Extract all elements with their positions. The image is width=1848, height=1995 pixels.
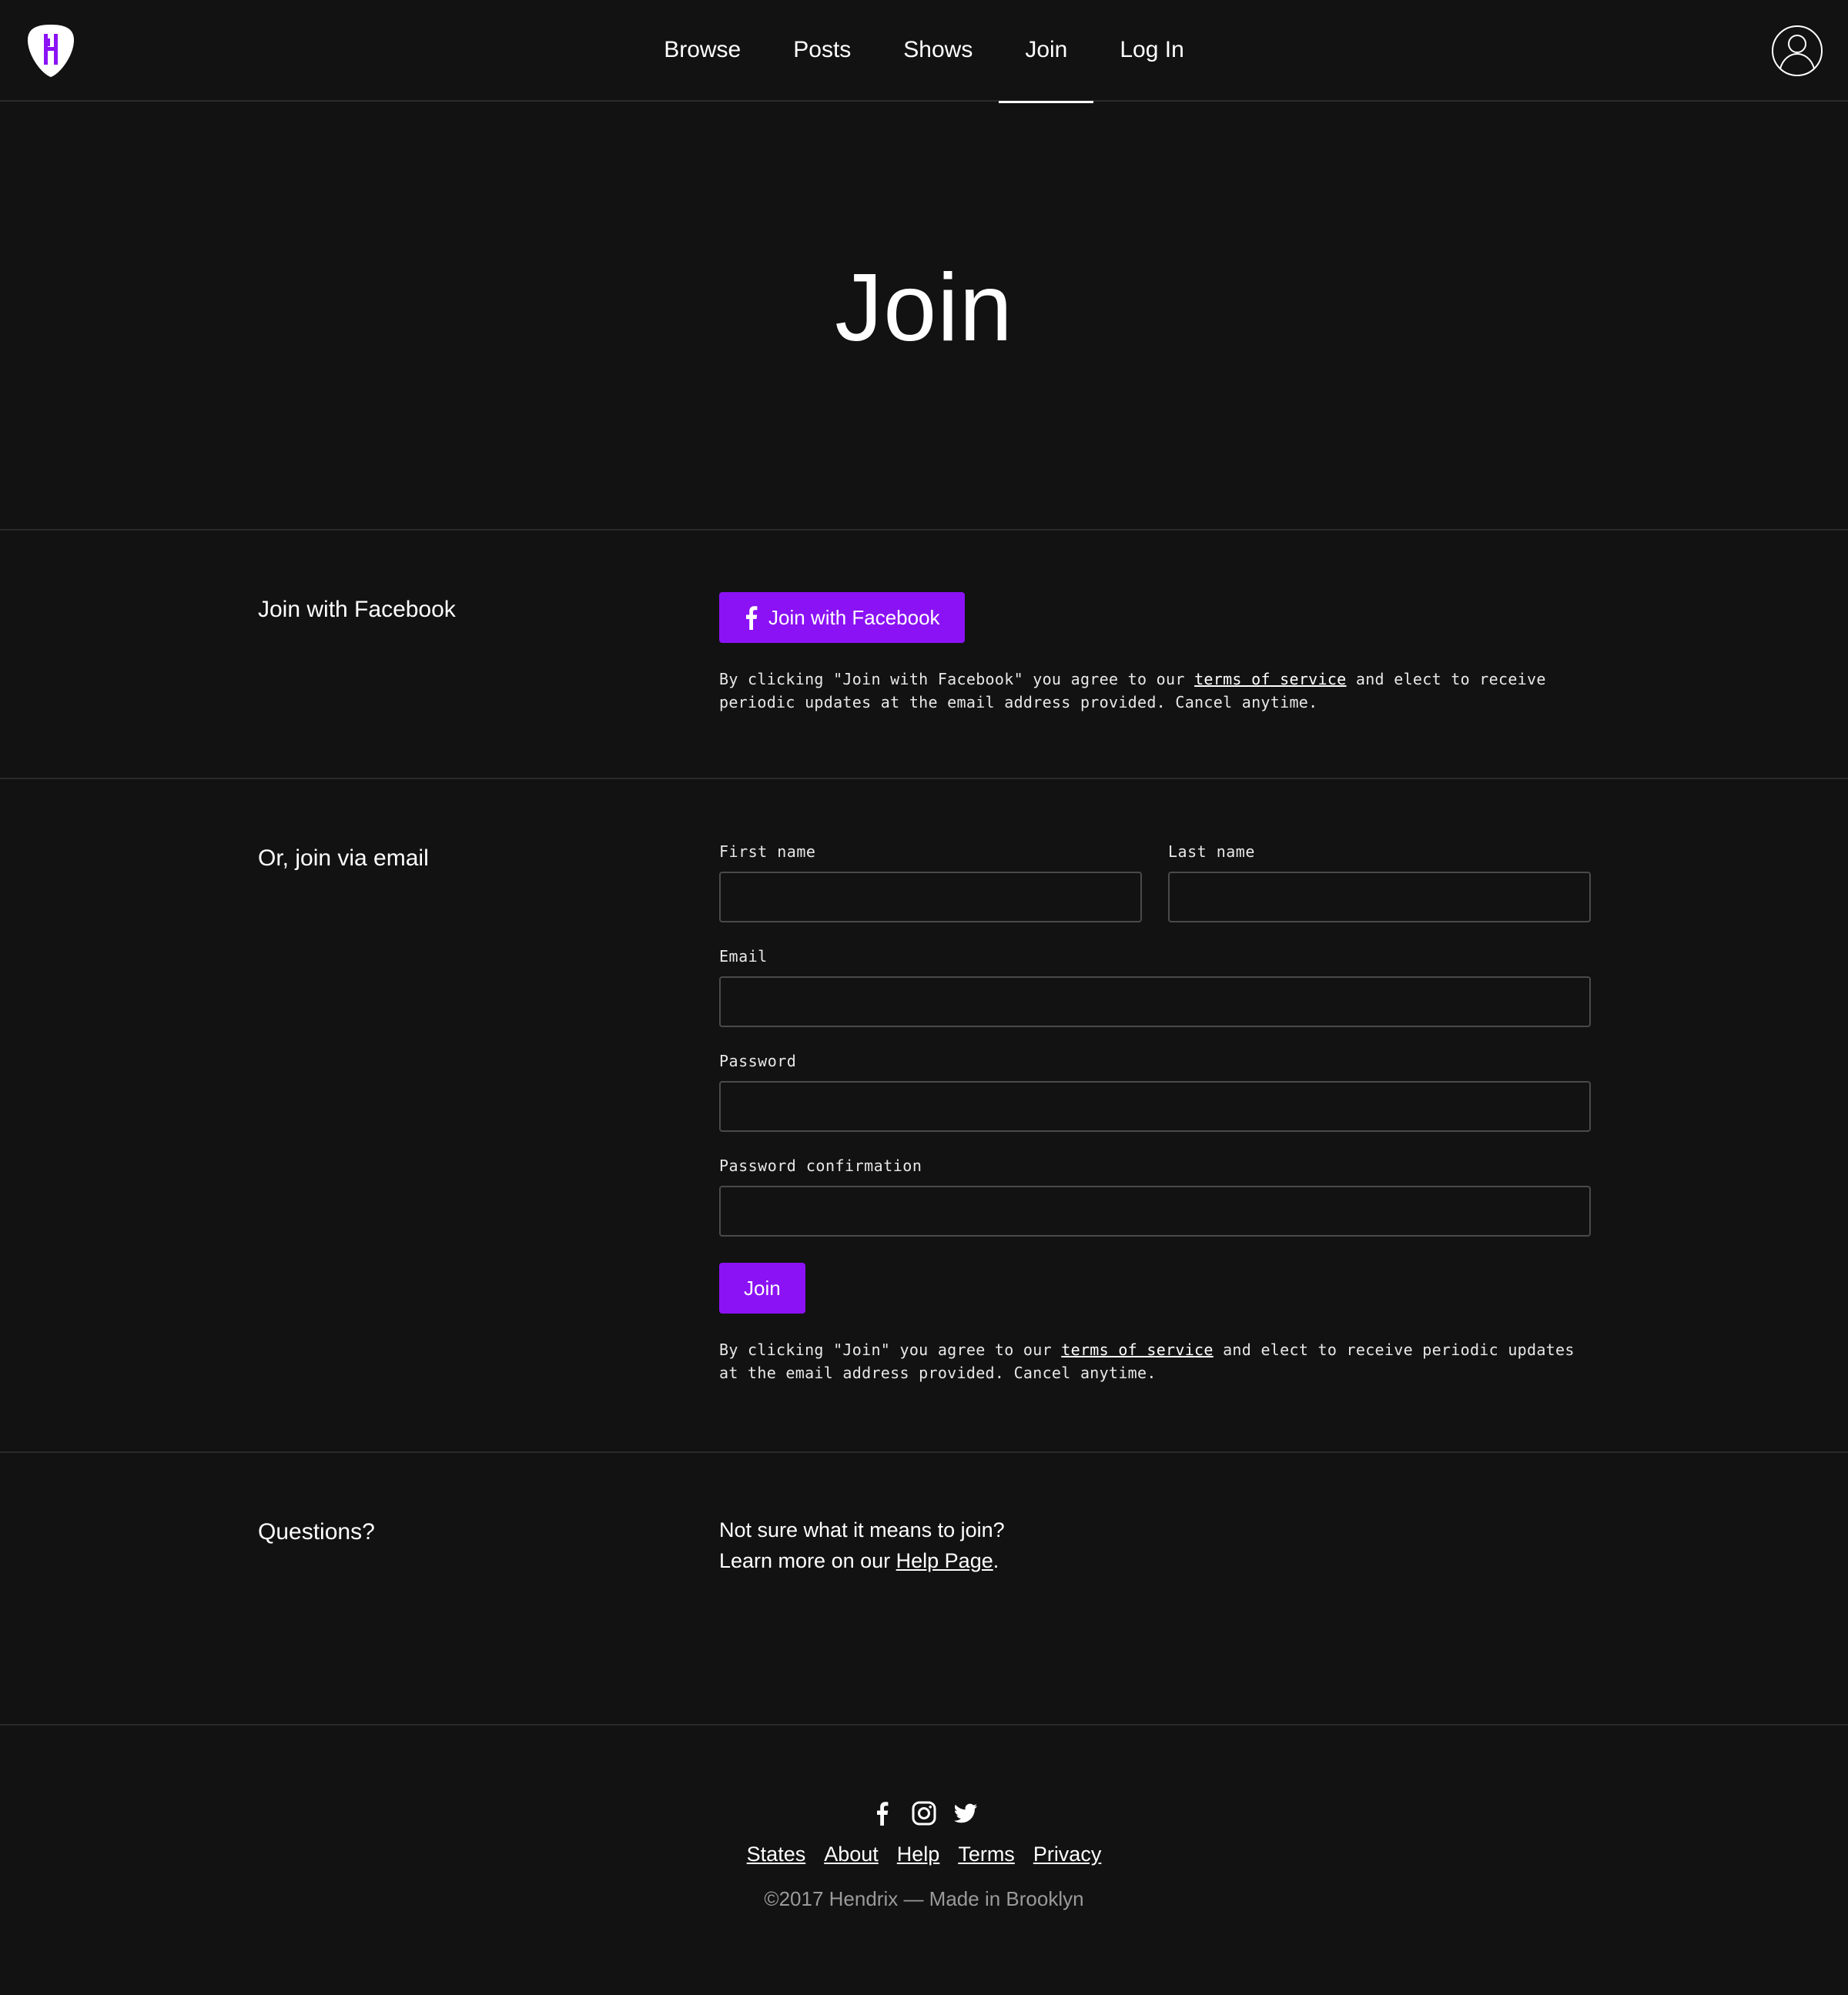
facebook-disclaimer: By clicking "Join with Facebook" you agr… [719,668,1591,714]
questions-body: Not sure what it means to join? Learn mo… [719,1515,1591,1576]
hero: Join [0,102,1848,531]
footer-link-terms[interactable]: Terms [958,1843,1015,1866]
join-with-facebook-label: Join with Facebook [768,605,940,629]
footer-links: States About Help Terms Privacy [0,1843,1848,1866]
last-name-label: Last name [1168,842,1255,861]
site-header: Browse Posts Shows Join Log In [0,0,1848,103]
user-avatar-icon[interactable] [1771,25,1823,77]
nav-posts[interactable]: Posts [767,0,877,100]
password-group: Password [719,1052,1591,1132]
nav-log-in[interactable]: Log In [1093,0,1210,100]
facebook-icon [746,606,758,630]
password-confirmation-label: Password confirmation [719,1156,922,1175]
nav-browse[interactable]: Browse [638,0,767,100]
facebook-icon[interactable] [870,1801,895,1826]
facebook-join-section: Join with Facebook Join with Facebook By… [0,531,1848,779]
email-input[interactable] [719,976,1591,1027]
email-section-label: Or, join via email [258,845,429,871]
main-nav: Browse Posts Shows Join Log In [0,0,1848,103]
first-name-label: First name [719,842,816,861]
join-submit-button[interactable]: Join [719,1263,805,1314]
email-disclaimer: By clicking "Join" you agree to our term… [719,1338,1591,1384]
page-title: Join [835,254,1013,361]
last-name-group: Last name [1168,842,1591,922]
first-name-group: First name [719,842,1142,922]
join-with-facebook-button[interactable]: Join with Facebook [719,592,965,643]
facebook-section-label: Join with Facebook [258,597,456,622]
password-confirmation-input[interactable] [719,1186,1591,1237]
copyright: ©2017 Hendrix — Made in Brooklyn [764,1887,1084,1910]
first-name-input[interactable] [719,872,1142,922]
instagram-icon[interactable] [912,1801,936,1826]
facebook-section-body: Join with Facebook By clicking "Join wit… [719,592,1591,714]
social-links [0,1801,1848,1826]
name-row: First name Last name [719,842,1591,922]
email-join-form: First name Last name Email Password Pass… [719,842,1591,1384]
questions-line-1: Not sure what it means to join? [719,1518,1005,1541]
site-footer: States About Help Terms Privacy ©2017 He… [0,1726,1848,1995]
help-page-link[interactable]: Help Page [896,1549,993,1572]
questions-line-2-text: Learn more on our [719,1549,896,1572]
email-label: Email [719,947,768,966]
nav-shows[interactable]: Shows [877,0,999,100]
questions-section-label: Questions? [258,1519,375,1545]
nav-join[interactable]: Join [999,0,1094,103]
facebook-disclaimer-text: By clicking "Join with Facebook" you agr… [719,670,1195,688]
email-group: Email [719,947,1591,1027]
password-label: Password [719,1052,797,1070]
password-input[interactable] [719,1081,1591,1132]
email-disclaimer-text: By clicking "Join" you agree to our [719,1341,1062,1359]
questions-line-2-end: . [993,1549,999,1572]
questions-line-2: Learn more on our Help Page. [719,1545,1591,1576]
footer-link-help[interactable]: Help [897,1843,940,1866]
last-name-input[interactable] [1168,872,1591,922]
facebook-terms-of-service-link[interactable]: terms of service [1194,670,1346,688]
footer-link-privacy[interactable]: Privacy [1033,1843,1102,1866]
footer-link-about[interactable]: About [824,1843,879,1866]
footer-link-states[interactable]: States [747,1843,806,1866]
questions-section: Questions? Not sure what it means to joi… [0,1453,1848,1726]
email-join-section: Or, join via email First name Last name … [0,779,1848,1453]
email-terms-of-service-link[interactable]: terms of service [1061,1341,1213,1359]
password-confirmation-group: Password confirmation [719,1156,1591,1237]
twitter-icon[interactable] [953,1801,978,1826]
